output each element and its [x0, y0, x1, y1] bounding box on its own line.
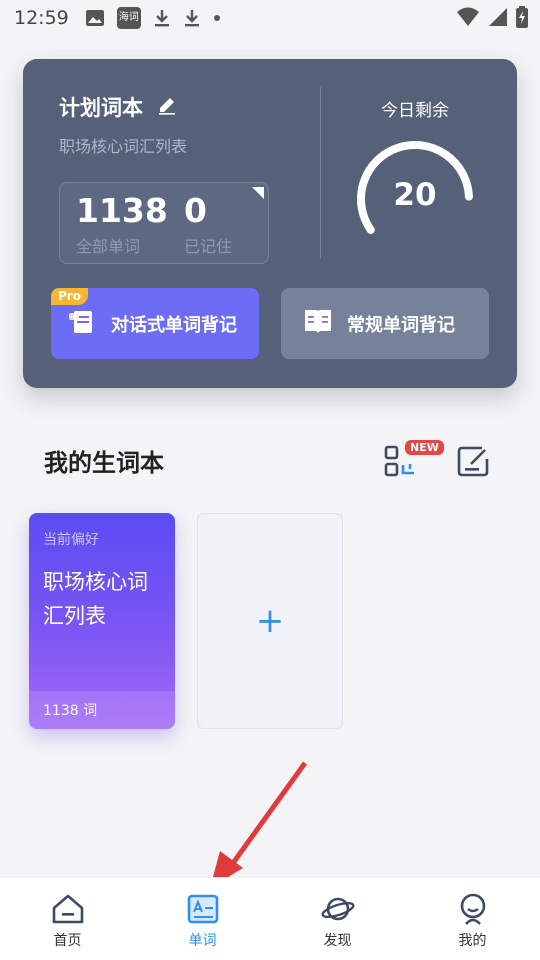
plan-title-row: 计划词本 — [59, 92, 177, 122]
plus-icon: + — [255, 601, 285, 641]
app-icon: 海词 — [116, 7, 141, 29]
today-remaining-number: 20 — [393, 177, 437, 213]
open-book-icon — [303, 307, 333, 340]
divider — [320, 87, 321, 259]
status-time: 12:59 — [14, 7, 69, 29]
dot-icon — [213, 14, 221, 22]
total-words-number: 1138 — [76, 191, 168, 230]
image-icon — [85, 9, 105, 27]
edit-wordbook-button[interactable] — [456, 444, 490, 478]
app-icon-label: 海词 — [116, 7, 141, 29]
nav-words-label: 单词 — [188, 933, 217, 949]
pro-badge: Pro — [51, 288, 88, 305]
total-words-stat: 1138 全部单词 — [76, 191, 168, 257]
nav-home[interactable]: 首页 — [0, 878, 135, 960]
battery-icon — [516, 6, 528, 33]
nav-profile[interactable]: 我的 — [405, 878, 540, 960]
remembered-label: 已记住 — [184, 237, 233, 256]
plan-title: 计划词本 — [59, 96, 143, 120]
nav-discover[interactable]: 发现 — [270, 878, 405, 960]
download-icon — [183, 8, 201, 28]
dialog-memorize-label: 对话式单词背记 — [111, 314, 237, 336]
signal-icon — [488, 7, 508, 32]
chat-book-icon — [67, 306, 97, 341]
wifi-icon — [456, 7, 480, 32]
nav-home-label: 首页 — [53, 933, 82, 949]
nav-profile-label: 我的 — [458, 933, 487, 949]
today-remaining-label: 今日剩余 — [381, 101, 449, 121]
total-words-label: 全部单词 — [76, 237, 141, 256]
remembered-number: 0 — [184, 191, 207, 230]
edit-note-icon — [457, 446, 489, 477]
home-icon — [52, 894, 83, 924]
bottom-nav: 首页 单词 发现 我的 — [0, 877, 540, 960]
wordbook-section-title: 我的生词本 — [44, 449, 164, 477]
nav-words[interactable]: 单词 — [135, 878, 270, 960]
stats-box[interactable]: 1138 全部单词 0 已记住 — [59, 182, 269, 264]
book-footer: 1138 词 — [29, 691, 175, 729]
corner-triangle-icon — [252, 187, 264, 199]
book-name: 职场核心词汇列表 — [43, 570, 148, 628]
remembered-stat: 0 已记住 — [184, 191, 232, 257]
nav-discover-label: 发现 — [323, 933, 352, 949]
plan-card[interactable]: 计划词本 职场核心词汇列表 1138 全部单词 0 已记住 今日剩余 20 Pr… — [23, 59, 517, 388]
book-word-count: 1138 词 — [43, 703, 98, 719]
download-icon — [153, 8, 171, 28]
new-badge: NEW — [403, 438, 446, 457]
plan-subtitle: 职场核心词汇列表 — [59, 137, 188, 156]
dialog-memorize-button[interactable]: Pro 对话式单词背记 — [51, 288, 259, 359]
planet-icon — [321, 897, 354, 921]
wordbook-card[interactable]: 当前偏好 职场核心词汇列表 1138 词 — [29, 513, 175, 729]
book-preference-tag: 当前偏好 — [43, 532, 99, 548]
normal-memorize-button[interactable]: 常规单词背记 — [281, 288, 489, 359]
status-bar: 12:59 海词 — [0, 0, 540, 36]
normal-memorize-label: 常规单词背记 — [347, 314, 455, 336]
add-wordbook-button[interactable]: + — [197, 513, 343, 729]
wordcard-icon — [187, 894, 218, 924]
profile-icon — [460, 893, 485, 925]
edit-pencil-icon[interactable] — [157, 95, 177, 120]
